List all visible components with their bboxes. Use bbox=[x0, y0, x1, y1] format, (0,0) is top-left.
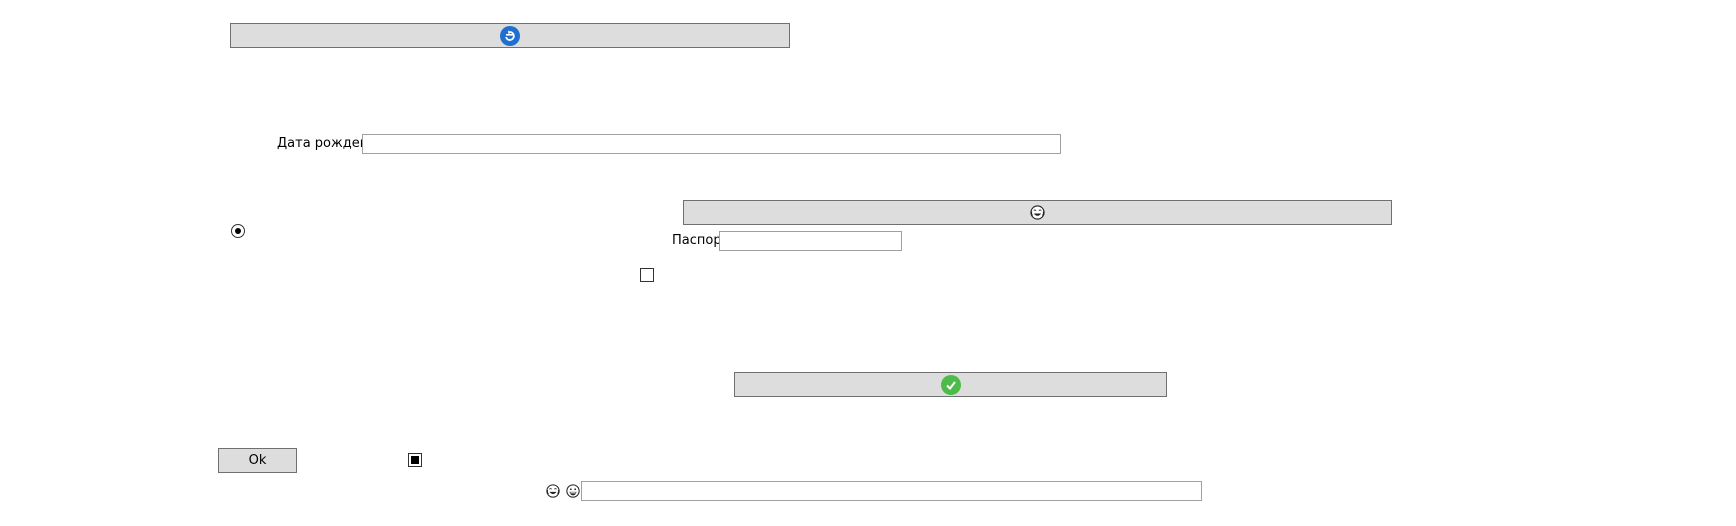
ok-button[interactable]: Ok bbox=[218, 448, 297, 473]
circular-arrow-icon bbox=[500, 25, 520, 46]
ok-button-label: Ok bbox=[248, 453, 267, 468]
passport-field[interactable] bbox=[719, 231, 902, 251]
refresh-button[interactable] bbox=[230, 23, 790, 48]
indeterminate-checkbox[interactable] bbox=[408, 453, 422, 467]
crying-laughing-face-icon bbox=[1030, 205, 1045, 220]
confirm-button[interactable] bbox=[734, 372, 1167, 397]
emoji-button[interactable] bbox=[683, 200, 1392, 225]
crying-laughing-face-icon bbox=[546, 484, 560, 498]
bottom-input[interactable] bbox=[581, 481, 1202, 501]
check-icon bbox=[940, 374, 961, 395]
selected-radio[interactable] bbox=[231, 224, 245, 238]
grinning-face-icon bbox=[566, 484, 580, 498]
birth-date-field[interactable] bbox=[362, 134, 1061, 154]
unchecked-checkbox[interactable] bbox=[640, 268, 654, 282]
